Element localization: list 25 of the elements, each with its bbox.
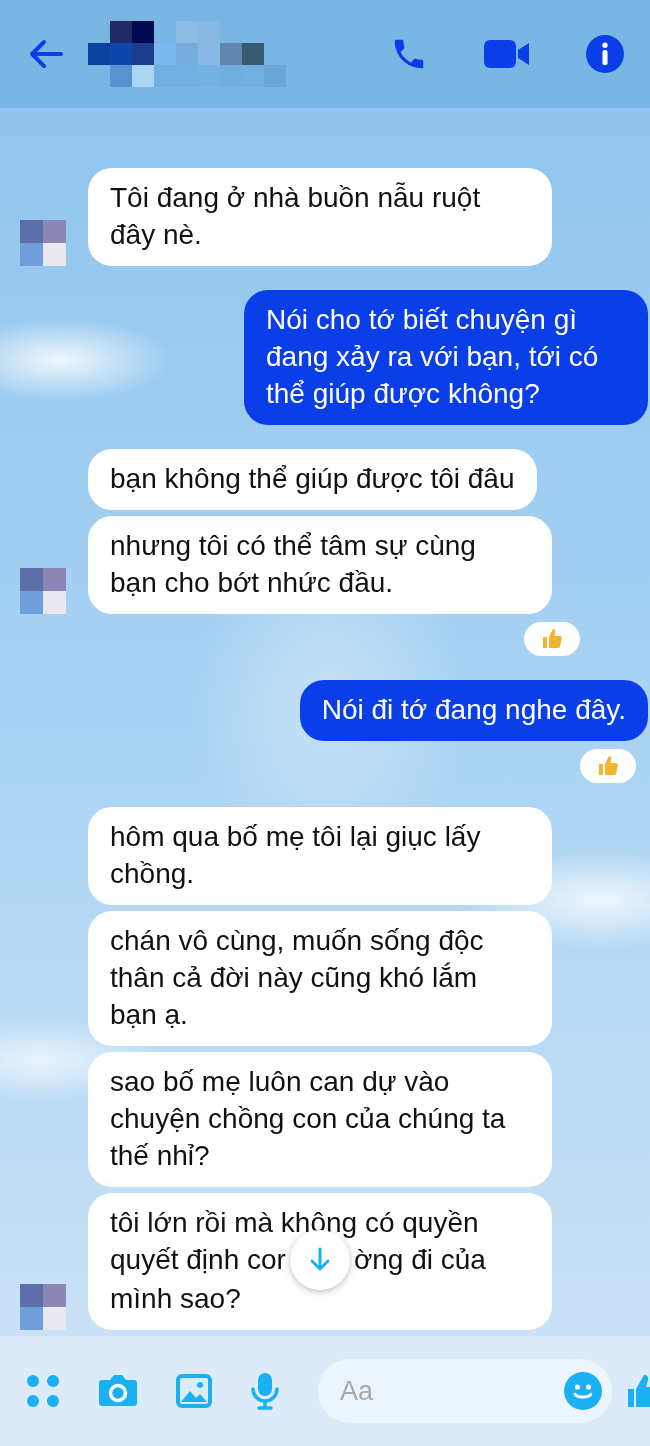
image-icon: [176, 1374, 212, 1408]
video-camera-icon: [484, 38, 530, 70]
back-arrow-icon: [28, 38, 64, 70]
menu-dots-icon: [26, 1374, 60, 1408]
smiley-icon: [564, 1372, 602, 1410]
camera-icon: [98, 1373, 138, 1409]
emoji-button[interactable]: [564, 1372, 602, 1410]
message-bubble: nhưng tôi có thể tâm sự cùng bạn cho bớt nhức đầu.: [88, 516, 552, 615]
message-field[interactable]: Aa: [318, 1359, 612, 1423]
more-button[interactable]: [26, 1374, 60, 1408]
message-bubble: bạn không thể giúp được tôi đâu: [88, 449, 537, 511]
microphone-button[interactable]: [250, 1372, 280, 1410]
message-bubble: Nói cho tớ biết chuyện gì đang xảy ra với bạn, tới có thể giúp được không?: [244, 290, 648, 426]
message-bubble: sao bố mẹ luôn can dự vào chuyện chồng con của chúng ta thế nhỉ?: [88, 1052, 552, 1188]
camera-button[interactable]: [98, 1373, 138, 1409]
info-icon: [586, 35, 624, 73]
gallery-button[interactable]: [176, 1374, 212, 1408]
message-bubble: Tôi đang ở nhà buồn nẫu ruột đây nè.: [88, 168, 552, 267]
message-input-field[interactable]: Aa: [338, 1374, 564, 1408]
message-bubble: chán vô cùng, muốn sống độc thân cả đời này cũng khó lắm bạn ạ.: [88, 911, 552, 1047]
pixelated-avatar: [88, 21, 154, 87]
microphone-icon: [250, 1372, 280, 1410]
message-bubble: hôm qua bố mẹ tôi lại giục lấy chồng.: [88, 807, 552, 906]
message-bubble: tôi lớn rồi mà không có quyền quyết định cor ờng đi của mình sao?: [88, 1193, 552, 1330]
message-bubble: Nói đi tớ đang nghe đây.: [299, 680, 648, 742]
